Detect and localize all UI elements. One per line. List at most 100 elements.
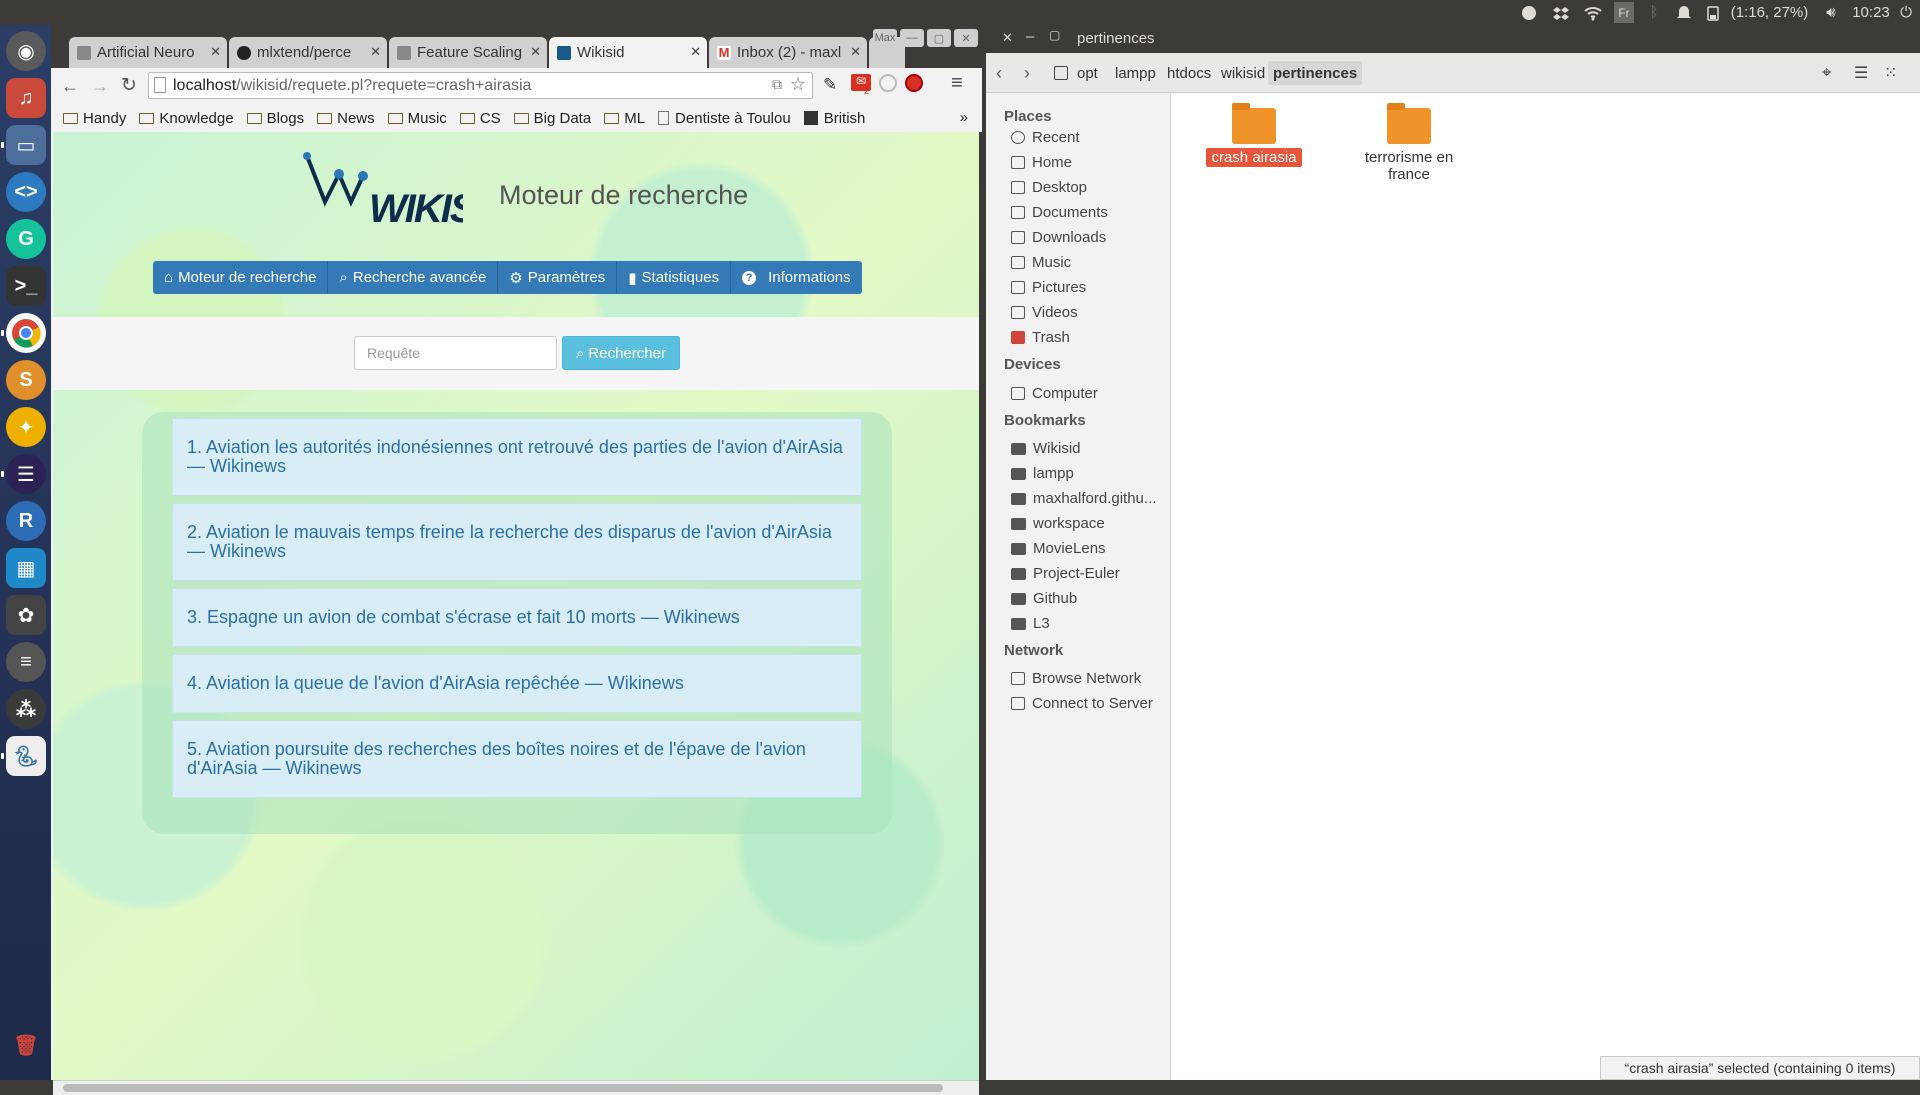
sidebar-item-trash[interactable]: Trash — [1011, 329, 1070, 346]
profile-badge[interactable]: Max — [873, 29, 897, 47]
forward-icon[interactable]: → — [91, 76, 109, 97]
python-app-icon[interactable]: 🐍︎ — [1, 736, 46, 776]
breadcrumb-wikisid[interactable]: wikisid — [1216, 61, 1270, 85]
address-bar[interactable]: localhost/wikisid/requete.pl?requete=cra… — [148, 72, 813, 99]
chrome-icon[interactable] — [1, 313, 46, 353]
minimize-button[interactable]: — — [900, 29, 924, 47]
breadcrumb-opt[interactable]: opt — [1072, 61, 1103, 85]
bookmark-cs[interactable]: CS — [459, 110, 501, 127]
forward-icon[interactable]: › — [1024, 63, 1030, 84]
sidebar-item-desktop[interactable]: Desktop — [1011, 179, 1087, 196]
sublime-text-icon[interactable]: S — [6, 360, 46, 400]
sidebar-item-wikisid[interactable]: Wikisid — [1011, 440, 1081, 457]
bookmark-handy[interactable]: Handy — [63, 110, 126, 127]
breadcrumb-pertinences[interactable]: pertinences — [1268, 61, 1363, 85]
ubuntu-dash-icon[interactable]: ◉ — [6, 31, 46, 71]
sidebar-item-connect-to-server[interactable]: Connect to Server — [1011, 695, 1153, 712]
menu-item-search[interactable]: ⌂ Moteur de recherche — [153, 261, 329, 294]
close-window-button[interactable]: ✕ — [1002, 30, 1013, 46]
horizontal-scrollbar[interactable] — [53, 1080, 979, 1095]
bookmark-british[interactable]: British — [803, 110, 865, 127]
sidebar-item-maxhalford[interactable]: maxhalford.githu... — [1011, 490, 1156, 507]
result-item[interactable]: 4. Aviation la queue de l'avion d'AirAsi… — [172, 654, 862, 713]
search-button[interactable]: ⌕ Rechercher — [562, 336, 680, 370]
bookmark-music[interactable]: Music — [387, 110, 447, 127]
volume-icon[interactable]: 🔊︎ — [1820, 2, 1842, 23]
notification-bell-icon[interactable] — [1674, 2, 1694, 23]
bookmark-knowledge[interactable]: Knowledge — [139, 110, 234, 127]
scrollbar-thumb[interactable] — [63, 1084, 943, 1092]
result-item[interactable]: 3. Espagne un avion de combat s'écrase e… — [172, 588, 862, 647]
adblock-icon[interactable] — [905, 74, 923, 92]
sidebar-item-pictures[interactable]: Pictures — [1011, 279, 1086, 296]
clock[interactable]: 10:23 — [1850, 2, 1892, 23]
close-icon[interactable]: ✕ — [850, 44, 861, 60]
tab-wikisid[interactable]: Wikisid ✕ — [549, 37, 707, 68]
close-icon[interactable]: ✕ — [530, 44, 541, 60]
query-input[interactable]: Requête — [354, 336, 557, 370]
power-icon[interactable]: ⏻ — [1896, 2, 1916, 23]
menu-item-advanced-search[interactable]: ⌕ Recherche avancée — [328, 261, 499, 294]
close-window-button[interactable]: ✕ — [954, 29, 978, 47]
back-icon[interactable]: ‹ — [996, 63, 1002, 84]
sidebar-item-downloads[interactable]: Downloads — [1011, 229, 1106, 246]
tab-inbox[interactable]: M Inbox (2) - maxl ✕ — [709, 37, 867, 68]
files-icon[interactable]: ▭ — [1, 125, 46, 165]
menu-item-statistics[interactable]: ▮ Statistiques — [617, 261, 732, 294]
tab-mlxtend[interactable]: mlxtend/perce ✕ — [229, 37, 387, 68]
menu-icon[interactable]: ≡ — [951, 72, 963, 95]
settings-app-icon[interactable]: ✿ — [6, 595, 46, 635]
keyboard-layout-indicator[interactable]: Fr — [1614, 2, 1634, 23]
sidebar-item-browse-network[interactable]: Browse Network — [1011, 670, 1141, 687]
sidebar-item-l3[interactable]: L3 — [1011, 615, 1050, 632]
bookmark-star-icon[interactable]: ☆ — [790, 74, 806, 95]
tab-artificial-neuro[interactable]: Artificial Neuro ✕ — [69, 37, 227, 68]
minimize-button[interactable]: – — [1026, 28, 1034, 45]
bookmark-dentiste[interactable]: Dentiste à Toulou — [658, 110, 791, 127]
r-studio-icon[interactable]: R — [6, 501, 46, 541]
bookmark-news[interactable]: News — [317, 110, 375, 127]
menu-item-information[interactable]: ? Informations — [731, 261, 862, 294]
sidebar-item-computer[interactable]: Computer — [1011, 385, 1098, 402]
more-bookmarks-icon[interactable]: » — [960, 109, 968, 126]
folder-item-crash-airasia[interactable]: crash airasia — [1194, 103, 1314, 167]
extension-globe-icon[interactable] — [879, 74, 897, 92]
breadcrumb-htdocs[interactable]: htdocs — [1162, 61, 1216, 85]
grid-view-icon[interactable]: ⁙ — [1884, 63, 1897, 83]
bluetooth-icon[interactable]: ᛒ — [1644, 2, 1664, 23]
tab-feature-scaling[interactable]: Feature Scaling ✕ — [389, 37, 547, 68]
folder-item-terrorisme-en-france[interactable]: terrorisme en france — [1349, 103, 1469, 183]
result-item[interactable]: 1. Aviation les autorités indonésiennes … — [172, 418, 862, 496]
bookmark-blogs[interactable]: Blogs — [246, 110, 304, 127]
reload-icon[interactable]: ↻ — [121, 74, 137, 97]
menu-item-parameters[interactable]: ⚙ Paramètres — [498, 261, 618, 294]
breadcrumb-lampp[interactable]: lampp — [1110, 61, 1161, 85]
wifi-icon[interactable] — [1582, 2, 1604, 23]
trash-icon[interactable]: 🗑︎ — [6, 1025, 46, 1065]
translate-icon[interactable]: ⧉ — [772, 76, 782, 93]
location-target-icon[interactable]: ⌖ — [1822, 63, 1832, 83]
sidebar-item-music[interactable]: Music — [1011, 254, 1071, 271]
maximize-button[interactable]: ▢ — [1049, 28, 1060, 42]
eclipse-icon[interactable]: ☰ — [1, 454, 46, 494]
close-icon[interactable]: ✕ — [210, 44, 221, 60]
list-view-icon[interactable]: ☰ — [1854, 63, 1868, 83]
sidebar-item-movielens[interactable]: MovieLens — [1011, 540, 1106, 557]
bookmark-big-data[interactable]: Big Data — [513, 110, 591, 127]
sidebar-item-workspace[interactable]: workspace — [1011, 515, 1105, 532]
close-icon[interactable]: ✕ — [690, 44, 701, 60]
extension-pen-icon[interactable]: ✎ — [823, 75, 837, 95]
sync-icon[interactable] — [1518, 2, 1540, 23]
drive-icon[interactable] — [1054, 66, 1068, 80]
sidebar-item-lampp[interactable]: lampp — [1011, 465, 1074, 482]
sidebar-item-home[interactable]: Home — [1011, 154, 1072, 171]
dropbox-icon[interactable] — [1550, 2, 1572, 23]
sidebar-item-documents[interactable]: Documents — [1011, 204, 1108, 221]
database-icon[interactable]: ≡ — [6, 642, 46, 682]
back-icon[interactable]: ← — [61, 76, 79, 97]
close-icon[interactable]: ✕ — [370, 44, 381, 60]
bookmark-ml[interactable]: ML — [604, 110, 645, 127]
result-item[interactable]: 5. Aviation poursuite des recherches des… — [172, 720, 862, 798]
result-item[interactable]: 2. Aviation le mauvais temps freine la r… — [172, 503, 862, 581]
sidebar-item-project-euler[interactable]: Project-Euler — [1011, 565, 1120, 582]
